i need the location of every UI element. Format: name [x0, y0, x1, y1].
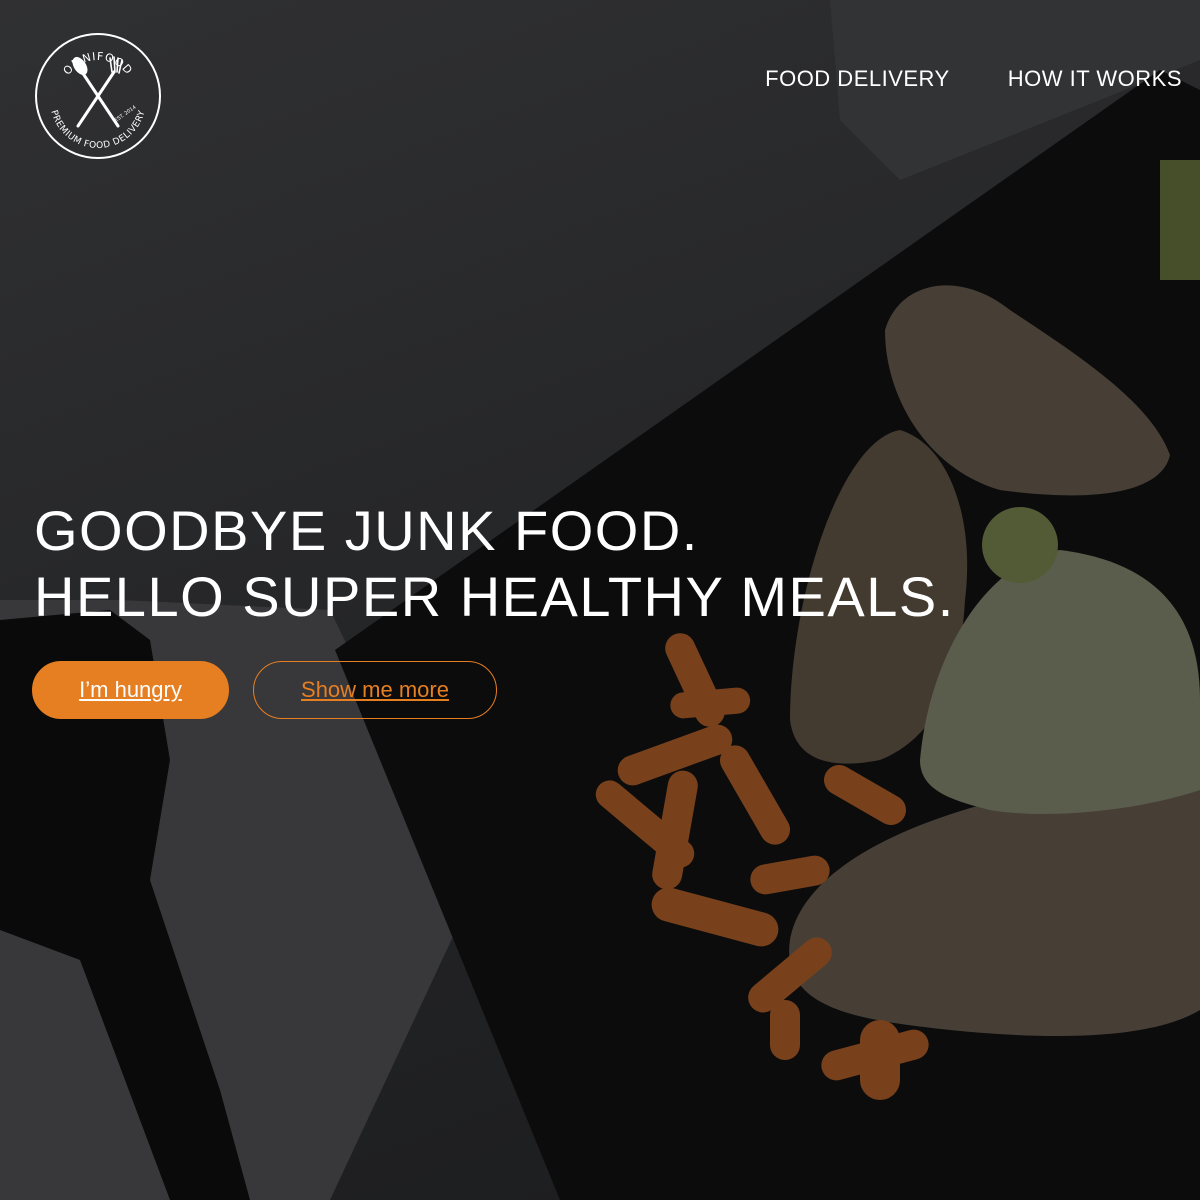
im-hungry-button[interactable]: I’m hungry — [32, 661, 229, 719]
hero-headline-line-1: GOODBYE JUNK FOOD. — [34, 499, 699, 562]
svg-text:PREMIUM FOOD DELIVERY: PREMIUM FOOD DELIVERY — [48, 109, 147, 151]
svg-text:OMNIFOOD: OMNIFOOD — [61, 50, 136, 78]
hero-headline-line-2: HELLO SUPER HEALTHY MEALS. — [34, 565, 955, 628]
hero-section: OMNIFOOD PREMIUM FOOD DELIVERY EST. 2014… — [0, 0, 1200, 1200]
nav-link-food-delivery[interactable]: FOOD DELIVERY — [765, 66, 950, 92]
logo-brand-name: OMNIFOOD — [61, 50, 135, 78]
omnifood-logo[interactable]: OMNIFOOD PREMIUM FOOD DELIVERY EST. 2014 — [32, 30, 164, 162]
main-navigation: FOOD DELIVERY HOW IT WORKS — [765, 66, 1182, 92]
show-me-more-button[interactable]: Show me more — [253, 661, 497, 719]
crossed-spoon-fork-icon — [76, 70, 120, 128]
logo-tagline: PREMIUM FOOD DELIVERY — [48, 109, 147, 151]
nav-link-how-it-works[interactable]: HOW IT WORKS — [1008, 66, 1182, 92]
hero-headline: GOODBYE JUNK FOOD. HELLO SUPER HEALTHY M… — [34, 498, 955, 630]
